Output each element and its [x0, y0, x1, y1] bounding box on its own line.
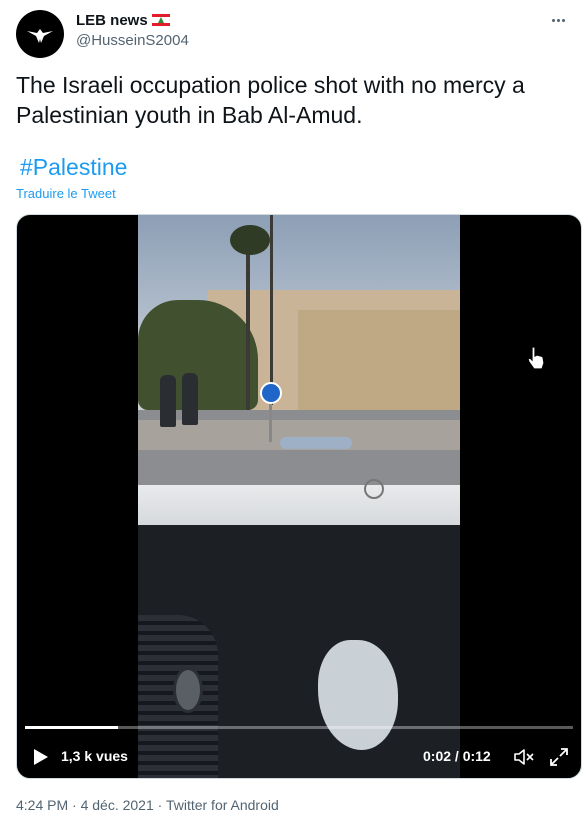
video-person: [160, 375, 176, 427]
video-trees: [138, 300, 258, 410]
display-name-text[interactable]: LEB news: [76, 12, 148, 29]
mute-icon[interactable]: [513, 747, 535, 767]
fullscreen-icon[interactable]: [549, 747, 569, 767]
video-sign-pole: [269, 402, 272, 442]
avatar[interactable]: [16, 10, 64, 58]
translate-tweet-link[interactable]: Traduire le Tweet: [16, 186, 116, 201]
video-dashboard-knob: [173, 667, 203, 713]
video-palm: [230, 225, 270, 255]
hand-cursor-icon: [527, 346, 545, 370]
video-person-lying: [280, 437, 352, 449]
video-player[interactable]: 1,3 k vues 0:02 / 0:12: [16, 214, 582, 779]
author-info: LEB news @HusseinS2004: [76, 10, 189, 50]
video-progress-bar[interactable]: [25, 726, 573, 729]
tweet-timestamp[interactable]: 4:24 PM · 4 déc. 2021 · Twitter for Andr…: [16, 797, 279, 813]
video-frame[interactable]: [138, 215, 460, 778]
hashtag-link[interactable]: #Palestine: [20, 154, 127, 181]
video-road-sign: [260, 382, 282, 404]
display-name[interactable]: LEB news: [76, 10, 189, 30]
lebanon-flag-icon: [151, 14, 170, 26]
video-car-emblem: [364, 479, 384, 499]
tweet-text: The Israeli occupation police shot with …: [16, 72, 525, 128]
more-options-icon[interactable]: [548, 10, 568, 30]
view-count: 1,3 k vues: [61, 748, 128, 764]
bird-logo-icon: [27, 29, 53, 43]
video-palm: [270, 215, 273, 405]
video-progress-fill: [25, 726, 119, 729]
video-time: 0:02 / 0:12: [423, 748, 491, 764]
video-person: [182, 373, 198, 425]
play-icon[interactable]: [33, 748, 49, 766]
video-building: [298, 310, 460, 410]
user-handle[interactable]: @HusseinS2004: [76, 32, 189, 49]
tweet-header: LEB news @HusseinS2004: [16, 8, 576, 58]
video-palm: [246, 235, 250, 410]
